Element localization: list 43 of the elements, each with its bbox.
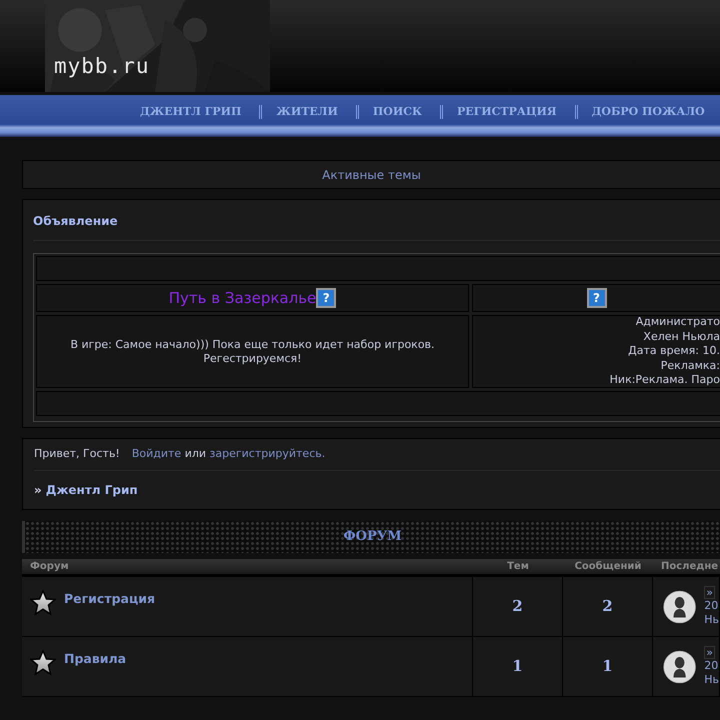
login-prompt: Войдите или зарегистрируйтесь. <box>132 446 326 462</box>
text-line: Хелен Ньюла <box>643 330 720 344</box>
active-topics-link[interactable]: Активные темы <box>322 166 421 184</box>
help-button[interactable]: ? <box>586 288 606 308</box>
announcement-title: Объявление <box>33 200 720 241</box>
text-line: Администрато <box>636 315 720 330</box>
text-line: Регестрируемся! <box>202 352 303 366</box>
last-post-author: Нь <box>704 613 719 627</box>
post-count: 2 <box>563 577 653 636</box>
greeting-text: Привет, Гость! <box>34 446 120 462</box>
nav-link[interactable]: ДЖЕНТЛ ГРИП <box>140 104 242 120</box>
block-title: Путь в Зазеркалье <box>168 288 316 309</box>
topic-count: 2 <box>473 577 563 636</box>
forum-title: ФОРУМ <box>343 528 402 546</box>
forum-link[interactable]: Правила <box>64 650 126 669</box>
breadcrumb-link[interactable]: Джентл Грип <box>46 481 138 499</box>
last-post-link[interactable]: » <box>704 586 715 599</box>
topic-count: 1 <box>473 637 563 696</box>
last-post-date: 20 <box>704 599 718 613</box>
help-button[interactable]: ? <box>316 288 336 308</box>
star-icon <box>30 590 56 616</box>
site-logo[interactable]: mybb.ru <box>54 56 150 77</box>
breadcrumb-separator: » <box>34 482 42 499</box>
column-header: Тем <box>506 560 530 574</box>
column-header: Сообщений <box>574 560 642 574</box>
text-line: Ник:Реклама. Паро <box>610 373 720 388</box>
nav-link[interactable]: ДОБРО ПОЖАЛО <box>592 104 705 120</box>
text-line: Дата время: 10. <box>628 344 720 359</box>
nav-link[interactable]: ПОИСК <box>372 104 422 120</box>
text-line: В игре: Самое начало))) Пока еще только идет набор игроков. <box>69 338 436 352</box>
prompt-link[interactable]: Войдите <box>132 447 182 460</box>
nav-link[interactable]: ЖИТЕЛИ <box>276 104 338 120</box>
post-count: 1 <box>563 637 653 696</box>
column-header: Форум <box>29 560 70 574</box>
prompt-link[interactable]: зарегистрируйтесь. <box>210 447 326 460</box>
last-post-date: 20 <box>704 659 718 673</box>
forum-link[interactable]: Регистрация <box>64 590 156 609</box>
star-icon <box>30 650 56 676</box>
text-line: Рекламка: <box>660 358 720 374</box>
last-post-author: Нь <box>704 673 719 687</box>
column-header: Последне <box>660 560 720 574</box>
last-post-link[interactable]: » <box>704 646 715 659</box>
nav-link[interactable]: РЕГИСТРАЦИЯ <box>457 104 557 120</box>
